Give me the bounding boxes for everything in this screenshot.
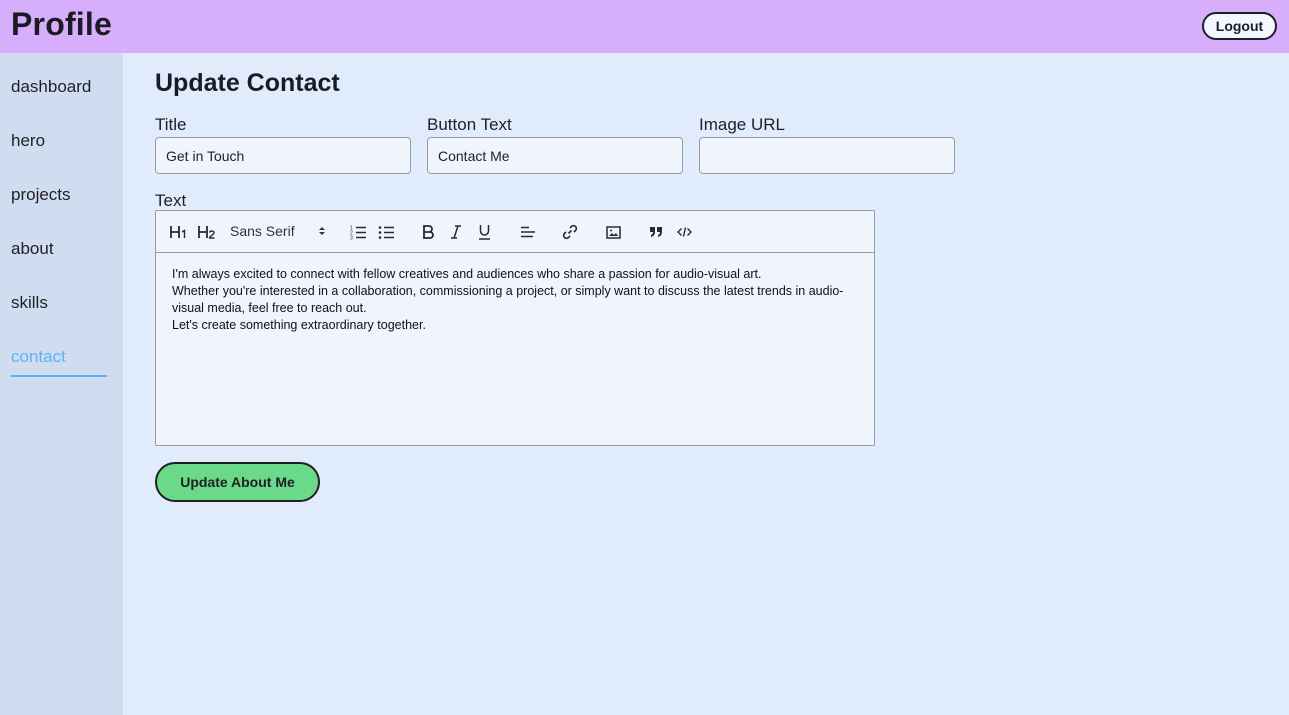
link-icon[interactable] bbox=[561, 221, 579, 243]
font-select-value: Sans Serif bbox=[230, 223, 295, 239]
sidebar-item-contact[interactable]: contact bbox=[11, 347, 107, 367]
update-button[interactable]: Update About Me bbox=[155, 462, 320, 502]
button-text-label: Button Text bbox=[427, 115, 512, 134]
image-url-input[interactable] bbox=[699, 137, 955, 174]
sidebar-item-projects[interactable]: projects bbox=[11, 185, 107, 205]
app-title: Profile bbox=[11, 6, 112, 42]
main-content: Update Contact Title Button Text Image U… bbox=[123, 53, 1289, 715]
ordered-list-icon[interactable]: 123 bbox=[348, 221, 368, 243]
button-text-input[interactable] bbox=[427, 137, 683, 174]
blockquote-icon[interactable] bbox=[647, 221, 665, 243]
image-icon[interactable] bbox=[604, 221, 622, 243]
sidebar: dashboard hero projects about skills con… bbox=[0, 53, 123, 715]
title-input[interactable] bbox=[155, 137, 411, 174]
svg-text:3: 3 bbox=[350, 235, 353, 240]
h1-icon[interactable] bbox=[169, 221, 189, 243]
bullet-list-icon[interactable] bbox=[376, 221, 396, 243]
bold-icon[interactable] bbox=[419, 221, 437, 243]
align-left-icon[interactable] bbox=[518, 221, 536, 243]
font-family-select[interactable]: Sans Serif bbox=[230, 223, 326, 241]
logout-button[interactable]: Logout bbox=[1202, 12, 1277, 40]
page-title: Update Contact bbox=[155, 69, 340, 97]
sidebar-item-dashboard[interactable]: dashboard bbox=[11, 77, 107, 97]
image-url-label: Image URL bbox=[699, 115, 785, 134]
sidebar-item-hero[interactable]: hero bbox=[11, 131, 107, 151]
sidebar-item-skills[interactable]: skills bbox=[11, 293, 107, 313]
header-bar: Profile Logout bbox=[0, 0, 1289, 53]
editor-paragraph: Let's create something extraordinary tog… bbox=[172, 318, 426, 332]
title-label: Title bbox=[155, 115, 187, 134]
active-nav-underline bbox=[11, 375, 107, 377]
sidebar-item-about[interactable]: about bbox=[11, 239, 107, 259]
editor-paragraph: Whether you're interested in a collabora… bbox=[172, 284, 844, 315]
underline-icon[interactable] bbox=[475, 221, 493, 243]
editor-content[interactable]: I'm always excited to connect with fello… bbox=[172, 266, 862, 334]
text-label: Text bbox=[155, 191, 187, 210]
italic-icon[interactable] bbox=[447, 221, 465, 243]
rich-text-editor: Sans Serif 123 I'm always excited to con… bbox=[155, 210, 875, 446]
h2-icon[interactable] bbox=[197, 221, 217, 243]
editor-paragraph: I'm always excited to connect with fello… bbox=[172, 267, 762, 281]
editor-toolbar: Sans Serif 123 bbox=[156, 211, 874, 253]
select-arrows-icon bbox=[318, 224, 326, 241]
code-icon[interactable] bbox=[675, 221, 693, 243]
